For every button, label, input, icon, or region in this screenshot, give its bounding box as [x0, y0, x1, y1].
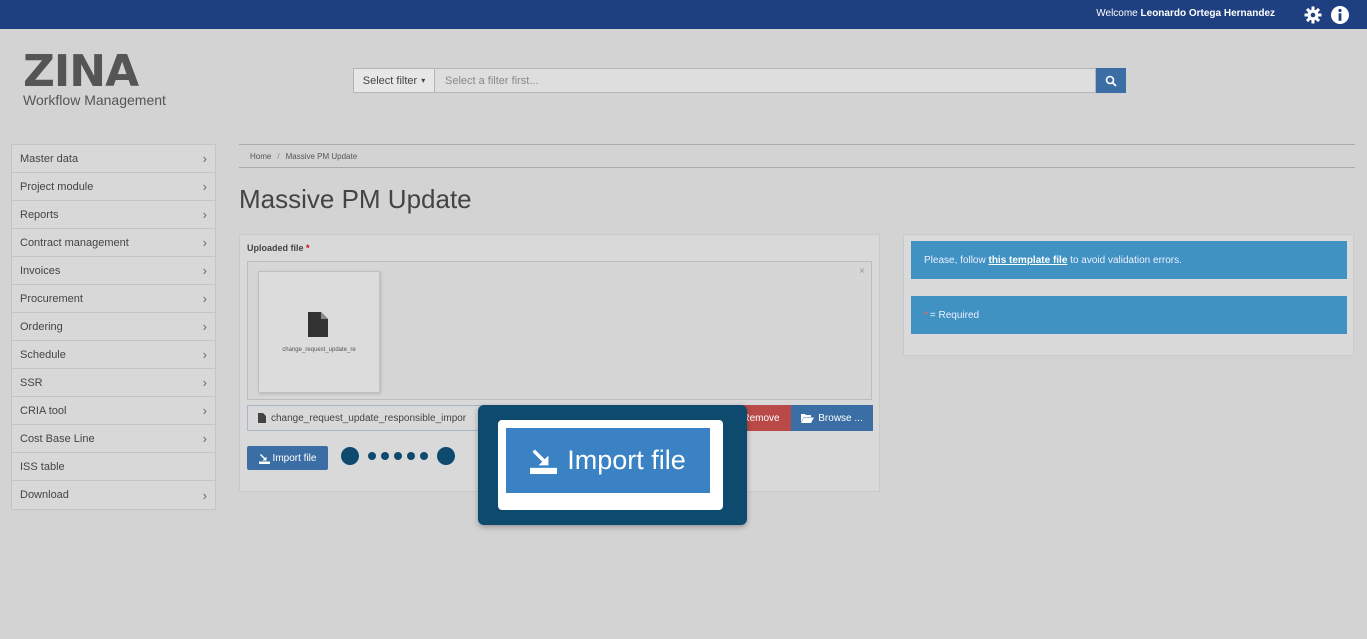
file-icon [308, 312, 328, 337]
template-alert: Please, follow this template file to avo… [911, 241, 1347, 279]
sidebar-item[interactable]: Invoices › [12, 257, 215, 285]
logo-subtitle: Workflow Management [23, 92, 166, 108]
sidebar-item[interactable]: Schedule › [12, 341, 215, 369]
select-filter-dropdown[interactable]: Select filter ▾ [353, 68, 435, 93]
sidebar-item-label: Ordering [20, 320, 63, 333]
required-alert: * = Required [911, 296, 1347, 334]
sidebar-item-label: SSR [20, 376, 43, 389]
import-icon [530, 449, 558, 474]
sidebar-item[interactable]: Master data › [12, 145, 215, 173]
chevron-right-icon: › [202, 207, 207, 222]
sidebar-item[interactable]: Project module › [12, 173, 215, 201]
user-name[interactable]: Leonardo Ortega Hernandez [1141, 8, 1275, 19]
browse-label: Browse ... [818, 412, 863, 424]
breadcrumb-current: Massive PM Update [285, 151, 358, 161]
sidebar-item-label: Master data [20, 152, 79, 165]
uploaded-file-label-text: Uploaded file [247, 243, 304, 253]
chevron-right-icon: › [202, 235, 207, 250]
sidebar-item[interactable]: Procurement › [12, 285, 215, 313]
logo-mark: ZINA [23, 46, 139, 97]
welcome-prefix: Welcome [1096, 8, 1138, 19]
callout-import-file-button[interactable]: Import file [506, 428, 710, 493]
chevron-right-icon: › [202, 319, 207, 334]
sidebar-item-label: CRIA tool [20, 404, 67, 417]
chevron-right-icon: › [202, 179, 207, 194]
sidebar-item[interactable]: Download › [12, 481, 215, 509]
chevron-right-icon: › [202, 291, 207, 306]
search-bar: Select filter ▾ Select a filter first... [353, 68, 1126, 93]
info-icon[interactable] [1330, 5, 1350, 25]
info-panel: Please, follow this template file to avo… [903, 234, 1354, 356]
template-suffix: to avoid validation errors. [1070, 254, 1182, 266]
sidebar-item-label: ISS table [20, 460, 65, 473]
required-mark: * [306, 243, 310, 253]
breadcrumb-home[interactable]: Home [250, 152, 271, 161]
top-bar: Welcome Leonardo Ortega Hernandez [0, 0, 1367, 29]
sidebar-item[interactable]: Ordering › [12, 313, 215, 341]
page-title: Massive PM Update [239, 184, 472, 214]
chevron-right-icon: › [202, 403, 207, 418]
caret-down-icon: ▾ [421, 76, 426, 85]
sidebar-item-label: Contract management [20, 236, 129, 249]
breadcrumb-separator: / [277, 151, 280, 161]
select-filter-label: Select filter [362, 74, 418, 87]
file-thumbnail: change_request_update_re [258, 271, 380, 393]
required-star: * [924, 309, 928, 321]
gear-icon[interactable] [1303, 5, 1323, 25]
sidebar-item-label: Schedule [20, 348, 66, 361]
search-icon [1105, 75, 1117, 87]
callout-import-label: Import file [567, 445, 686, 475]
sidebar-item[interactable]: Reports › [12, 201, 215, 229]
uploaded-file-label: Uploaded file * [247, 243, 310, 253]
search-button[interactable] [1096, 68, 1126, 93]
sidebar-item[interactable]: SSR › [12, 369, 215, 397]
chevron-right-icon: › [202, 347, 207, 362]
import-file-button[interactable]: Import file [247, 446, 328, 470]
file-icon [258, 413, 266, 423]
sidebar-item[interactable]: Cost Base Line › [12, 425, 215, 453]
sidebar-item-label: Reports [20, 208, 59, 221]
sidebar-item-label: Invoices [20, 264, 61, 277]
template-file-link[interactable]: this template file [988, 255, 1067, 266]
sidebar-item-label: Download [20, 489, 69, 501]
app-logo[interactable]: ZINA Workflow Management [23, 46, 166, 109]
file-caption-text: change_request_update_responsible_impor [271, 412, 467, 424]
search-input[interactable]: Select a filter first... [435, 68, 1096, 93]
import-file-label: Import file [272, 452, 317, 464]
thumbnail-filename: change_request_update_re [282, 347, 356, 353]
callout-highlight: Import file [478, 405, 747, 525]
chevron-right-icon: › [202, 151, 207, 166]
chevron-right-icon: › [202, 487, 207, 503]
chevron-right-icon: › [202, 375, 207, 390]
browse-button[interactable]: Browse ... [791, 405, 873, 431]
import-icon [258, 453, 270, 464]
close-icon[interactable]: × [859, 266, 865, 277]
callout-frame: Import file [498, 420, 723, 510]
required-text: = Required [929, 309, 980, 321]
sidebar-item-label: Project module [20, 180, 94, 193]
sidebar-nav: Master data › Project module › Reports › Contr… [11, 144, 216, 510]
connector-dots [341, 447, 455, 465]
breadcrumb: Home / Massive PM Update [239, 144, 1355, 168]
remove-label: Remove [742, 412, 780, 424]
sidebar-item[interactable]: CRIA tool › [12, 397, 215, 425]
chevron-right-icon: › [202, 263, 207, 278]
sidebar-item-label: Cost Base Line [20, 432, 95, 445]
chevron-right-icon: › [202, 431, 207, 446]
sidebar-item[interactable]: ISS table [12, 453, 215, 481]
folder-open-icon [801, 414, 815, 423]
file-preview-area: × change_request_update_re [247, 261, 872, 400]
sidebar-item[interactable]: Contract management › [12, 229, 215, 257]
sidebar-item-label: Procurement [20, 292, 83, 305]
welcome-text: Welcome Leonardo Ortega Hernandez [1096, 8, 1275, 19]
template-prefix: Please, follow [924, 254, 986, 266]
search-placeholder: Select a filter first... [445, 74, 539, 87]
